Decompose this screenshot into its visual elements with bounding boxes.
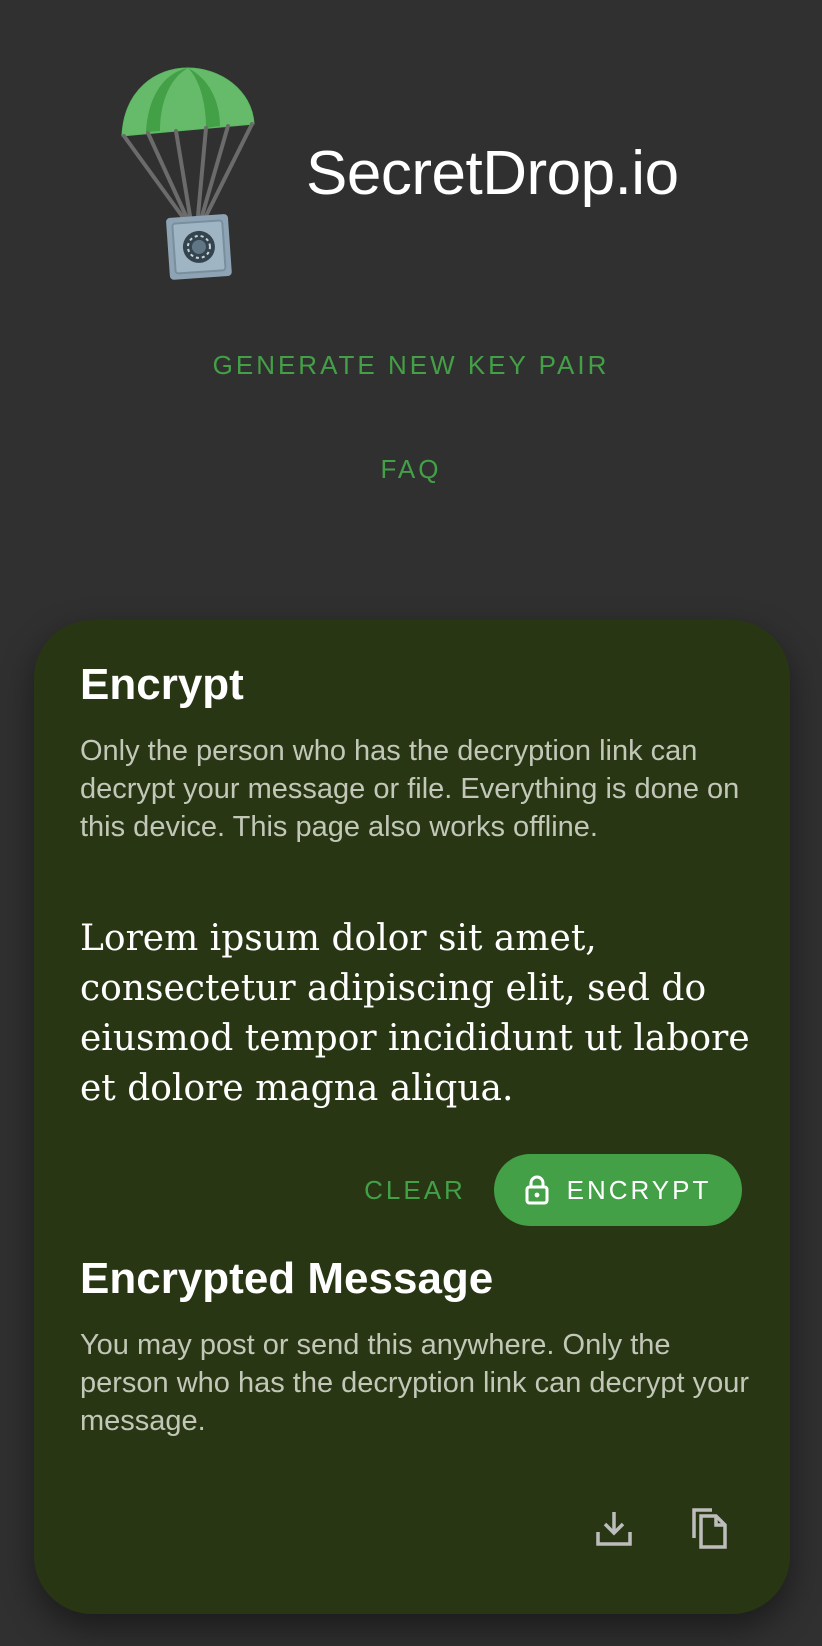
generate-key-pair-link[interactable]: GENERATE NEW KEY PAIR (0, 350, 822, 381)
message-input[interactable]: Lorem ipsum dolor sit amet, consectetur … (80, 914, 760, 1114)
faq-link[interactable]: FAQ (0, 454, 822, 485)
encrypt-button[interactable]: ENCRYPT (494, 1154, 742, 1226)
clear-button[interactable]: CLEAR (334, 1154, 496, 1226)
parachute-logo-icon (120, 66, 270, 286)
app-title: SecretDrop.io (306, 139, 679, 208)
download-icon[interactable] (586, 1500, 642, 1556)
encrypt-description: Only the person who has the decryption l… (80, 735, 740, 843)
lock-icon (525, 1175, 549, 1205)
encrypt-button-label: ENCRYPT (566, 1174, 712, 1205)
encrypted-message-heading: Encrypted Message (80, 1254, 494, 1303)
copy-icon[interactable] (680, 1500, 736, 1556)
encrypt-heading: Encrypt (80, 660, 244, 709)
header: SecretDrop.io (0, 0, 822, 300)
encrypted-message-description: You may post or send this anywhere. Only… (80, 1329, 749, 1437)
encrypt-card: Encrypt Only the person who has the decr… (34, 620, 790, 1614)
